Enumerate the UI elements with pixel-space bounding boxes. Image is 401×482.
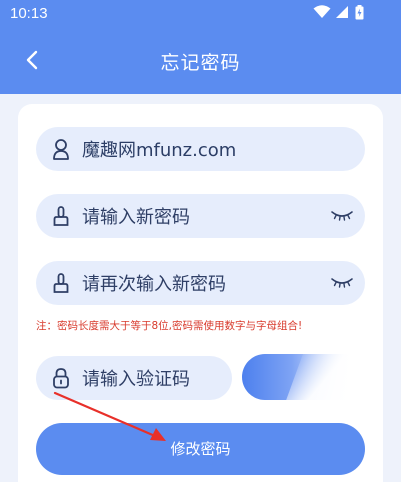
lock-icon [50, 205, 72, 227]
verification-code-placeholder: 请输入验证码 [82, 369, 190, 390]
account-field[interactable]: 魔趣网mfunz.com [36, 127, 365, 171]
confirm-password-placeholder: 请再次输入新密码 [82, 274, 226, 295]
confirm-password-field[interactable]: 请再次输入新密码 [36, 261, 365, 305]
padlock-icon [50, 367, 72, 389]
submit-button[interactable]: 修改密码 [36, 423, 365, 475]
eye-closed-icon[interactable] [329, 273, 355, 293]
eye-closed-icon[interactable] [329, 206, 355, 226]
lock-icon [50, 272, 72, 294]
account-value: 魔趣网mfunz.com [82, 140, 237, 161]
status-icons [313, 5, 369, 21]
wifi-icon [313, 5, 331, 18]
page-title: 忘记密码 [160, 52, 241, 74]
status-time: 10:13 [10, 5, 48, 22]
verification-code-field[interactable]: 请输入验证码 [36, 356, 232, 400]
new-password-placeholder: 请输入新密码 [82, 207, 190, 228]
get-code-button[interactable] [242, 354, 352, 400]
status-bar: 10:13 [0, 0, 401, 30]
battery-icon [355, 5, 364, 20]
password-rule-notice: 注：密码长度需大于等于8位,密码需使用数字与字母组合! [36, 320, 303, 332]
button-sheen [277, 354, 352, 400]
user-icon [50, 138, 72, 160]
nav-bar: 忘记密码 [0, 38, 401, 82]
signal-icon [336, 6, 348, 18]
header: 10:13 忘记密码 [0, 0, 401, 94]
new-password-field[interactable]: 请输入新密码 [36, 194, 365, 238]
